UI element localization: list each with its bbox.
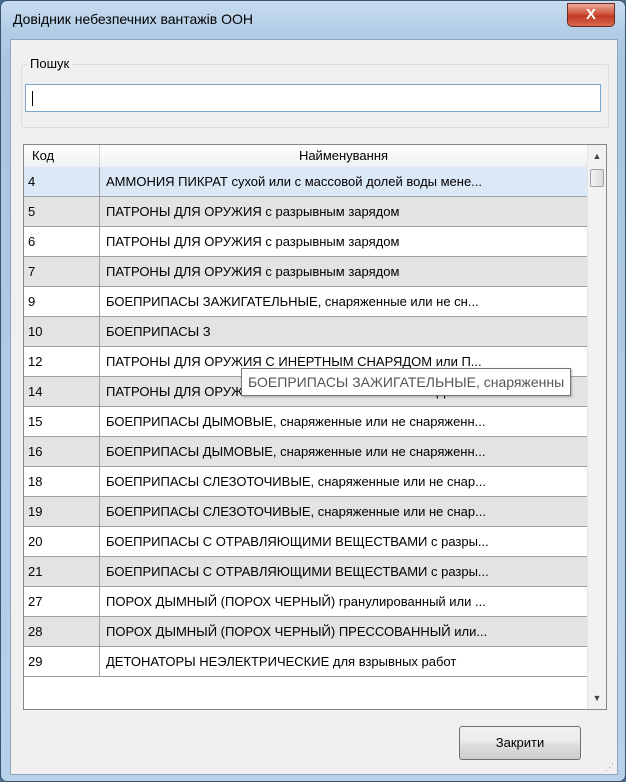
cell-code[interactable]: 16 (24, 437, 100, 466)
scroll-up-arrow-icon[interactable]: ▲ (588, 147, 606, 165)
cell-name[interactable]: ПАТРОНЫ ДЛЯ ОРУЖИЯ с разрывным зарядом (100, 197, 588, 226)
cell-code[interactable]: 21 (24, 557, 100, 586)
close-dialog-button[interactable]: Закрити (459, 726, 581, 760)
table-row[interactable]: 18 БОЕПРИПАСЫ СЛЕЗОТОЧИВЫЕ, снаряженные и… (24, 467, 588, 497)
table-row[interactable]: 10 БОЕПРИПАСЫ З (24, 317, 588, 347)
table-row[interactable]: 9 БОЕПРИПАСЫ ЗАЖИГАТЕЛЬНЫЕ, снаряженные и… (24, 287, 588, 317)
cell-name[interactable]: БОЕПРИПАСЫ СЛЕЗОТОЧИВЫЕ, снаряженные или… (100, 497, 588, 526)
dangerous-goods-table: Код Найменування 4 АММОНИЯ ПИКРАТ сухой и… (23, 144, 607, 710)
table-row[interactable]: 21 БОЕПРИПАСЫ С ОТРАВЛЯЮЩИМИ ВЕЩЕСТВАМИ с… (24, 557, 588, 587)
cell-name[interactable]: БОЕПРИПАСЫ З (100, 317, 588, 346)
cell-code[interactable]: 27 (24, 587, 100, 616)
dialog-body: Пошук Код Найменування 4 АММОНИЯ ПИКРАТ с… (10, 39, 618, 775)
cell-name[interactable]: БОЕПРИПАСЫ ЗАЖИГАТЕЛЬНЫЕ, снаряженные ил… (100, 287, 588, 316)
table-row[interactable]: 7 ПАТРОНЫ ДЛЯ ОРУЖИЯ с разрывным зарядом (24, 257, 588, 287)
table-row[interactable]: 28 ПОРОХ ДЫМНЫЙ (ПОРОХ ЧЕРНЫЙ) ПРЕССОВАНН… (24, 617, 588, 647)
cell-code[interactable]: 5 (24, 197, 100, 226)
cell-code[interactable]: 15 (24, 407, 100, 436)
cell-name[interactable]: ДЕТОНАТОРЫ НЕЭЛЕКТРИЧЕСКИЕ для взрывных … (100, 647, 588, 676)
text-caret (32, 91, 33, 106)
table-row[interactable]: 16 БОЕПРИПАСЫ ДЫМОВЫЕ, снаряженные или не… (24, 437, 588, 467)
cell-code[interactable]: 10 (24, 317, 100, 346)
window-close-button[interactable]: X (567, 3, 615, 27)
scroll-down-arrow-icon[interactable]: ▼ (588, 689, 606, 707)
cell-name[interactable]: БОЕПРИПАСЫ ДЫМОВЫЕ, снаряженные или не с… (100, 437, 588, 466)
table-row[interactable]: 6 ПАТРОНЫ ДЛЯ ОРУЖИЯ с разрывным зарядом (24, 227, 588, 257)
table-row[interactable]: 19 БОЕПРИПАСЫ СЛЕЗОТОЧИВЫЕ, снаряженные и… (24, 497, 588, 527)
table-header: Код Найменування (24, 145, 588, 168)
cell-name[interactable]: ПОРОХ ДЫМНЫЙ (ПОРОХ ЧЕРНЫЙ) ПРЕССОВАННЫЙ… (100, 617, 588, 646)
cell-name[interactable]: ПАТРОНЫ ДЛЯ ОРУЖИЯ с разрывным зарядом (100, 257, 588, 286)
cell-code[interactable]: 20 (24, 527, 100, 556)
cell-name[interactable]: ПАТРОНЫ ДЛЯ ОРУЖИЯ с разрывным зарядом (100, 227, 588, 256)
resize-grip-icon[interactable]: ⋰ (605, 762, 615, 772)
cell-name[interactable]: АММОНИЯ ПИКРАТ сухой или с массовой доле… (100, 167, 588, 196)
cell-name[interactable]: ПОРОХ ДЫМНЫЙ (ПОРОХ ЧЕРНЫЙ) гранулирован… (100, 587, 588, 616)
search-input[interactable] (25, 84, 601, 112)
cell-code[interactable]: 28 (24, 617, 100, 646)
title-bar[interactable]: Довідник небезпечних вантажів ООН X (1, 1, 625, 33)
search-group-label: Пошук (27, 56, 73, 71)
close-icon: X (585, 6, 596, 23)
table-row[interactable]: 27 ПОРОХ ДЫМНЫЙ (ПОРОХ ЧЕРНЫЙ) гранулиров… (24, 587, 588, 617)
vertical-scrollbar[interactable]: ▲ ▼ (587, 145, 606, 709)
cell-code[interactable]: 4 (24, 167, 100, 196)
cell-code[interactable]: 7 (24, 257, 100, 286)
cell-code[interactable]: 9 (24, 287, 100, 316)
table-row[interactable]: 29 ДЕТОНАТОРЫ НЕЭЛЕКТРИЧЕСКИЕ для взрывны… (24, 647, 588, 677)
cell-code[interactable]: 29 (24, 647, 100, 676)
cell-name[interactable]: БОЕПРИПАСЫ СЛЕЗОТОЧИВЫЕ, снаряженные или… (100, 467, 588, 496)
table-row[interactable]: 5 ПАТРОНЫ ДЛЯ ОРУЖИЯ с разрывным зарядом (24, 197, 588, 227)
column-header-code[interactable]: Код (24, 145, 100, 167)
cell-code[interactable]: 14 (24, 377, 100, 406)
cell-code[interactable]: 18 (24, 467, 100, 496)
cell-name[interactable]: БОЕПРИПАСЫ С ОТРАВЛЯЮЩИМИ ВЕЩЕСТВАМИ с р… (100, 527, 588, 556)
table-row[interactable]: 15 БОЕПРИПАСЫ ДЫМОВЫЕ, снаряженные или не… (24, 407, 588, 437)
cell-tooltip: БОЕПРИПАСЫ ЗАЖИГАТЕЛЬНЫЕ, снаряженны (241, 368, 572, 396)
table-row[interactable]: 4 АММОНИЯ ПИКРАТ сухой или с массовой дол… (24, 167, 588, 197)
window-title: Довідник небезпечних вантажів ООН (13, 11, 253, 27)
scrollbar-thumb[interactable] (590, 169, 604, 187)
cell-code[interactable]: 19 (24, 497, 100, 526)
cell-code[interactable]: 6 (24, 227, 100, 256)
table-body: 4 АММОНИЯ ПИКРАТ сухой или с массовой дол… (24, 167, 588, 677)
cell-name[interactable]: БОЕПРИПАСЫ ДЫМОВЫЕ, снаряженные или не с… (100, 407, 588, 436)
dialog-window: Довідник небезпечних вантажів ООН X Пошу… (0, 0, 626, 782)
cell-name[interactable]: БОЕПРИПАСЫ С ОТРАВЛЯЮЩИМИ ВЕЩЕСТВАМИ с р… (100, 557, 588, 586)
cell-code[interactable]: 12 (24, 347, 100, 376)
table-row[interactable]: 20 БОЕПРИПАСЫ С ОТРАВЛЯЮЩИМИ ВЕЩЕСТВАМИ с… (24, 527, 588, 557)
column-header-name[interactable]: Найменування (100, 145, 588, 167)
